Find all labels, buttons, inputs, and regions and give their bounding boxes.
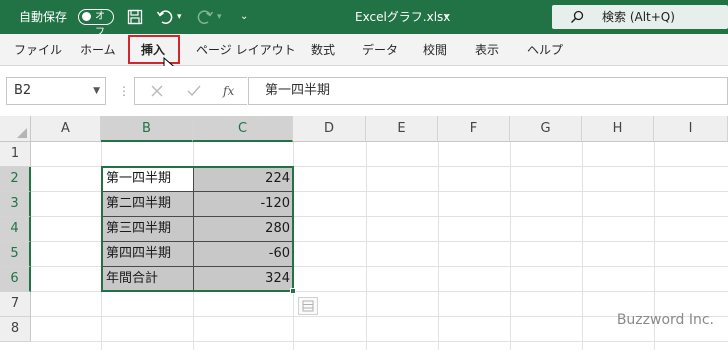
- file-name[interactable]: Excelグラフ.xlsx: [355, 0, 450, 34]
- save-icon[interactable]: [127, 9, 143, 25]
- tab-view[interactable]: 表示: [475, 34, 499, 66]
- name-box-value: B2: [14, 83, 32, 98]
- formula-buttons: fx: [134, 77, 247, 105]
- name-box-dropdown-icon[interactable]: ▼: [93, 78, 100, 104]
- row-header-8[interactable]: 8: [0, 317, 31, 342]
- search-box[interactable]: 検索 (Alt+Q): [552, 5, 728, 29]
- column-header-f[interactable]: F: [438, 116, 510, 142]
- column-header-c[interactable]: C: [193, 116, 293, 142]
- quick-analysis-icon: [302, 300, 314, 312]
- row-header-4[interactable]: 4: [0, 217, 31, 242]
- name-box[interactable]: B2 ▼: [6, 77, 106, 105]
- redo-icon[interactable]: [196, 8, 214, 26]
- redo-dropdown-icon[interactable]: ▾: [217, 0, 222, 34]
- column-header-h[interactable]: H: [582, 116, 654, 142]
- customize-toolbar-icon[interactable]: ⌄: [240, 0, 248, 34]
- column-header-g[interactable]: G: [510, 116, 582, 142]
- column-header-b[interactable]: B: [101, 116, 193, 142]
- enter-icon[interactable]: [187, 85, 201, 97]
- file-name-caret-icon[interactable]: ▾: [444, 0, 449, 34]
- title-bar: 自動保存 オフ ▾ ▾ ⌄ Excelグラフ.xlsx ▾ 検索 (Alt+Q): [0, 0, 728, 38]
- formula-input[interactable]: 第一四半期: [248, 77, 728, 105]
- fill-handle[interactable]: [290, 288, 296, 294]
- row-header-1[interactable]: 1: [0, 142, 31, 167]
- cancel-icon[interactable]: [151, 85, 163, 97]
- search-label: 検索 (Alt+Q): [602, 10, 675, 24]
- autosave-label: 自動保存: [19, 10, 68, 24]
- quick-analysis-button[interactable]: [298, 297, 318, 315]
- selection-border: [101, 166, 294, 292]
- column-header-a[interactable]: A: [31, 116, 101, 142]
- undo-icon[interactable]: [156, 8, 174, 26]
- row-header-2[interactable]: 2: [0, 167, 31, 192]
- row-header-7[interactable]: 7: [0, 292, 31, 317]
- more-options-icon[interactable]: ⋮: [118, 80, 130, 102]
- row-header-5[interactable]: 5: [0, 242, 31, 267]
- column-header-i[interactable]: I: [654, 116, 728, 142]
- insert-function-icon[interactable]: fx: [223, 78, 234, 104]
- column-header-d[interactable]: D: [293, 116, 366, 142]
- tab-home[interactable]: ホーム: [80, 34, 116, 66]
- ribbon-tabs: ファイル ホーム 挿入 ページ レイアウト 数式 データ 校閲 表示 ヘルプ: [0, 34, 728, 66]
- column-header-e[interactable]: E: [366, 116, 438, 142]
- tab-page-layout[interactable]: ページ レイアウト: [196, 34, 296, 66]
- tab-file[interactable]: ファイル: [14, 34, 62, 66]
- search-icon: [571, 10, 584, 23]
- tab-review[interactable]: 校閲: [423, 34, 447, 66]
- undo-dropdown-icon[interactable]: ▾: [177, 0, 182, 34]
- watermark: Buzzword Inc.: [616, 312, 714, 328]
- select-all-corner[interactable]: [0, 116, 31, 142]
- row-header-6[interactable]: 6: [0, 267, 31, 292]
- formula-value: 第一四半期: [265, 83, 331, 98]
- row-header-3[interactable]: 3: [0, 192, 31, 217]
- autosave-toggle[interactable]: オフ: [78, 9, 114, 38]
- tab-formulas[interactable]: 数式: [311, 34, 335, 66]
- tab-data[interactable]: データ: [362, 34, 398, 66]
- tab-help[interactable]: ヘルプ: [527, 34, 563, 66]
